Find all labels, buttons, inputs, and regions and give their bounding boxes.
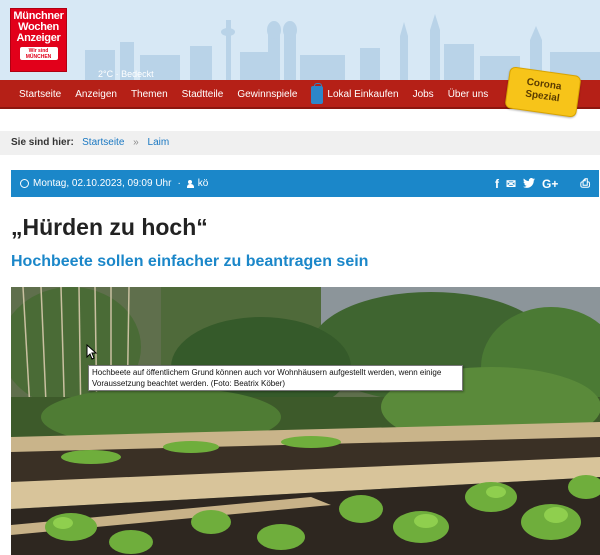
print-icon[interactable]: ⎙ [580,176,590,191]
mouse-cursor-icon [86,344,98,360]
weather-info: 2°C · Bedeckt [98,69,154,79]
nav-item-gewinnspiele[interactable]: Gewinnspiele [237,89,297,100]
article-subtitle: Hochbeete sollen einfacher zu beantragen… [11,253,369,270]
facebook-icon[interactable]: f [495,177,499,191]
meta-separator: · [177,178,181,189]
article-author: kö [197,178,209,189]
shopping-bag-icon [311,82,324,104]
author-icon [186,179,194,188]
photo-caption-tooltip: Hochbeete auf öffentlichem Grund können … [88,365,463,391]
logo-line-3: Anzeiger [16,32,61,44]
article-title: „Hürden zu hoch“ [11,214,208,240]
breadcrumb-label: Sie sind hier: [11,137,74,148]
raised-beds-photo-illustration [11,287,600,555]
google-plus-icon[interactable]: G+ [542,177,558,191]
nav-item-jobs[interactable]: Jobs [413,89,434,100]
breadcrumb-link-laim[interactable]: Laim [148,137,170,148]
nav-item-startseite[interactable]: Startseite [19,89,61,100]
nav-item-lokal-einkaufen-label: Lokal Einkaufen [327,89,399,100]
share-icons: f ✉ G+ ⎙ [495,170,590,197]
logo-badge: Wir sind MÜNCHEN [19,47,58,60]
breadcrumb-link-startseite[interactable]: Startseite [82,137,124,148]
corona-spezial-badge[interactable]: Corona Spezial [504,66,582,118]
site-logo[interactable]: Münchner Wochen Anzeiger Wir sind MÜNCHE… [10,8,67,72]
article-photo[interactable] [11,287,600,555]
clock-icon [20,179,29,188]
article-date: Montag, 02.10.2023, 09:09 Uhr [33,178,172,189]
mail-icon[interactable]: ✉ [506,177,516,191]
breadcrumb-separator: » [133,137,139,148]
nav-item-lokal-einkaufen[interactable]: Lokal Einkaufen [311,82,399,104]
nav-item-themen[interactable]: Themen [131,89,168,100]
nav-item-ueber-uns[interactable]: Über uns [448,89,489,100]
nav-item-anzeigen[interactable]: Anzeigen [75,89,117,100]
twitter-icon[interactable] [523,177,536,191]
nav-item-stadtteile[interactable]: Stadtteile [182,89,224,100]
breadcrumb: Sie sind hier: Startseite » Laim [0,131,600,155]
article-meta-bar: Montag, 02.10.2023, 09:09 Uhr · kö f ✉ G… [11,170,599,197]
